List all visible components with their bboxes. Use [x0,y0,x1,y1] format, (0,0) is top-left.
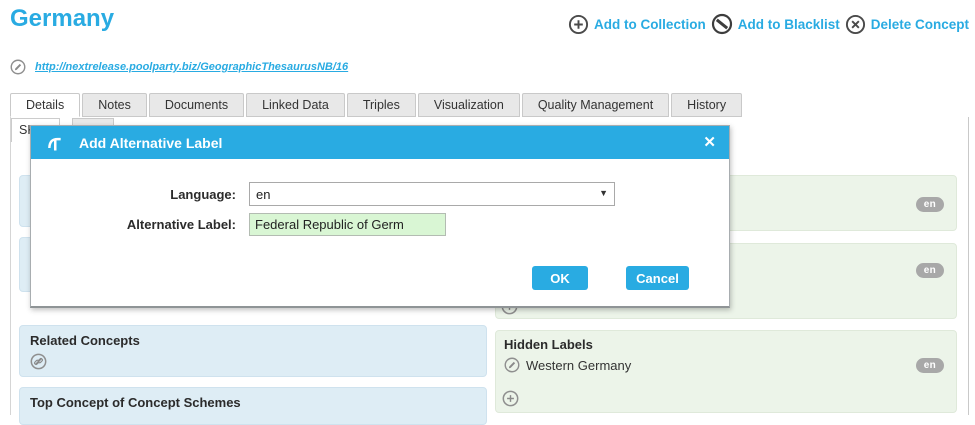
language-row: Language: en ▼ [31,182,729,206]
dialog-body: Language: en ▼ Alternative Label: OK Can… [31,159,729,290]
link-circle-icon[interactable] [30,353,47,370]
related-concepts-panel: Related Concepts [19,325,487,377]
poolparty-logo-icon [44,133,64,153]
top-concept-schemes-title: Top Concept of Concept Schemes [30,395,476,410]
hidden-label-row: Western Germany [504,357,948,373]
hidden-labels-title: Hidden Labels [504,337,948,352]
close-icon[interactable]: ✕ [703,135,716,150]
language-badge: en [916,197,944,212]
plus-circle-icon[interactable] [502,390,519,407]
dialog-title: Add Alternative Label [79,135,222,151]
x-circle-icon[interactable] [845,14,866,35]
alternative-label-row: Alternative Label: [31,213,729,236]
hidden-label-value: Western Germany [526,358,631,373]
tab-details[interactable]: Details [10,93,80,117]
dialog-header: Add Alternative Label ✕ [31,126,729,159]
concept-uri-row: http://nextrelease.poolparty.biz/Geograp… [10,59,348,75]
tab-quality-management[interactable]: Quality Management [522,93,669,117]
tab-history[interactable]: History [671,93,742,117]
pencil-circle-icon[interactable] [10,59,26,75]
plus-circle-icon[interactable] [568,14,589,35]
ok-button[interactable]: OK [532,266,588,290]
main-tabbar: Details Notes Documents Linked Data Trip… [10,93,742,117]
language-badge: en [916,358,944,373]
language-label: Language: [31,187,236,202]
add-to-collection-button[interactable]: Add to Collection [594,17,706,32]
top-concept-schemes-panel: Top Concept of Concept Schemes [19,387,487,425]
dialog-buttons: OK Cancel [31,266,729,290]
add-alternative-label-dialog: Add Alternative Label ✕ Language: en ▼ A… [30,125,730,308]
tab-linked-data[interactable]: Linked Data [246,93,345,117]
language-badge: en [916,263,944,278]
language-select[interactable]: en [249,182,615,206]
tab-notes[interactable]: Notes [82,93,147,117]
alternative-label-label: Alternative Label: [31,217,236,232]
page-title: Germany [10,5,114,33]
tab-visualization[interactable]: Visualization [418,93,520,117]
concept-actions: Add to Collection Add to Blacklist Delet… [568,13,969,35]
delete-concept-button[interactable]: Delete Concept [871,17,969,32]
concept-uri-link[interactable]: http://nextrelease.poolparty.biz/Geograp… [35,61,348,73]
alternative-label-input[interactable] [249,213,446,236]
pencil-circle-icon[interactable] [504,357,520,373]
tab-documents[interactable]: Documents [149,93,244,117]
cancel-button[interactable]: Cancel [626,266,689,290]
tab-triples[interactable]: Triples [347,93,416,117]
add-to-blacklist-button[interactable]: Add to Blacklist [738,17,840,32]
related-concepts-title: Related Concepts [30,333,476,348]
no-entry-icon[interactable] [711,13,733,35]
hidden-labels-panel: Hidden Labels Western Germany en [495,330,957,413]
